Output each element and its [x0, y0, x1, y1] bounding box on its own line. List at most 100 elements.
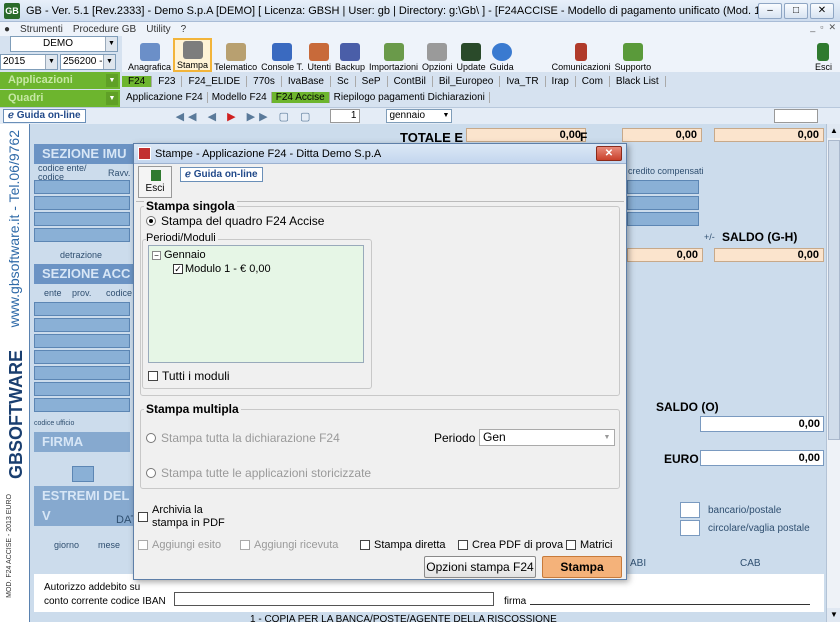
credito-row[interactable] [627, 212, 699, 226]
menu-utility[interactable]: Utility [146, 24, 170, 35]
menu-help[interactable]: ? [181, 24, 187, 35]
dialog-guida-button[interactable]: ℯ Guida on-line [180, 167, 263, 182]
guida-button[interactable]: Guida [488, 38, 516, 72]
quadri-select[interactable]: Quadri ▼ [0, 90, 120, 107]
tutti-moduli-checkbox[interactable]: Tutti i moduli [148, 369, 230, 383]
tab-sep[interactable]: SeP [356, 75, 388, 87]
play-icon[interactable]: ▶ [227, 111, 239, 123]
credito-row[interactable] [627, 196, 699, 210]
imu-row[interactable] [34, 196, 130, 210]
record-navigator[interactable]: ◀◀ ◀ ▶ ▶▶ ▢ ▢ [176, 110, 315, 123]
esci-toolbar-button[interactable]: Esci [813, 38, 834, 72]
maximize-icon[interactable]: □ [784, 3, 808, 19]
imu-row[interactable] [34, 228, 130, 242]
tab-f24-elide[interactable]: F24_ELIDE [182, 75, 248, 87]
firma-cell[interactable] [72, 466, 94, 482]
crea-pdf-checkbox[interactable]: Crea PDF di prova [458, 539, 563, 551]
accise-row[interactable] [34, 366, 130, 380]
tree-node-gennaio[interactable]: − Gennaio [152, 249, 206, 261]
aggiungi-ricevuta-checkbox[interactable]: Aggiungi ricevuta [240, 539, 338, 551]
accise-row[interactable] [34, 302, 130, 316]
code-select[interactable]: 256200 - ▼ [60, 54, 116, 70]
totale-h-field[interactable]: 0,00 [627, 248, 703, 262]
month-select[interactable]: gennaio ▼ [386, 109, 453, 123]
importazioni-button[interactable]: Importazioni [367, 38, 420, 72]
tab-f24-accise[interactable]: F24 Accise [271, 91, 330, 103]
totale-e-field[interactable]: 0,00 [466, 128, 586, 142]
tab-bil-europeo[interactable]: Bil_Europeo [433, 75, 501, 87]
opzioni-button[interactable]: Opzioni [420, 38, 455, 72]
anagrafica-button[interactable]: Anagrafica [126, 38, 173, 72]
supporto-button[interactable]: Supporto [613, 38, 654, 72]
euro-field[interactable]: 0,00 [700, 450, 824, 466]
scroll-up-icon[interactable]: ▲ [827, 124, 840, 138]
page-number-field[interactable]: 1 [330, 109, 361, 123]
comunicazioni-button[interactable]: Comunicazioni [550, 38, 613, 72]
guida-online-button[interactable]: ℯ Guida on-line [3, 109, 86, 123]
stampa-diretta-checkbox[interactable]: Stampa diretta [360, 539, 446, 551]
utenti-button[interactable]: Utenti [305, 38, 333, 72]
menu-procedure-gb[interactable]: Procedure GB [73, 24, 136, 35]
iban-field[interactable] [174, 592, 494, 606]
tab-applicazione-f24[interactable]: Applicazione F24 [122, 91, 208, 103]
circolare-check[interactable] [680, 520, 700, 536]
accise-row[interactable] [34, 334, 130, 348]
radio-stampa-dichiarazione[interactable]: Stampa tutta la dichiarazione F24 [146, 431, 340, 445]
accise-row[interactable] [34, 398, 130, 412]
archivia-pdf-checkbox[interactable]: Archivia la stampa in PDF [138, 504, 232, 530]
menu-strumenti[interactable]: Strumenti [20, 24, 63, 35]
stampa-button[interactable]: Stampa [173, 38, 213, 72]
radio-storicizzate[interactable]: Stampa tutte le applicazioni storicizzat… [146, 466, 371, 480]
stampa-button[interactable]: Stampa [542, 556, 622, 578]
dialog-close-icon[interactable]: ✕ [596, 146, 622, 161]
vertical-scrollbar[interactable]: ▲ ▼ [826, 124, 840, 622]
checkbox-checked-icon[interactable]: ✓ [173, 264, 183, 274]
company-select[interactable]: DEMO ▼ [10, 36, 118, 52]
saldo-o-field[interactable]: 0,00 [700, 416, 824, 432]
credito-row[interactable] [627, 180, 699, 194]
totale-g-field[interactable]: 0,00 [714, 128, 824, 142]
mdi-controls[interactable]: _ ▫ ✕ [810, 22, 836, 33]
update-button[interactable]: Update [455, 38, 488, 72]
scroll-thumb[interactable] [828, 140, 840, 440]
imu-row[interactable] [34, 180, 130, 194]
telematico-button[interactable]: Telematico [212, 38, 259, 72]
saldo-gh-field[interactable]: 0,00 [714, 248, 824, 262]
tab-riepilogo[interactable]: Riepilogo pagamenti Dichiarazioni [330, 91, 490, 103]
accise-row[interactable] [34, 350, 130, 364]
tab-modello-f24[interactable]: Modello F24 [208, 91, 272, 103]
bancario-check[interactable] [680, 502, 700, 518]
opzioni-stampa-button[interactable]: Opzioni stampa F24 [424, 556, 536, 578]
close-window-icon[interactable]: ✕ [810, 3, 834, 19]
scroll-down-icon[interactable]: ▼ [827, 608, 840, 622]
matrici-checkbox[interactable]: Matrici [566, 539, 612, 551]
tab-black-list[interactable]: Black List [610, 75, 666, 87]
totale-g-value: 0,00 [797, 129, 819, 141]
year-select[interactable]: 2015 ▼ [0, 54, 58, 70]
tab-f23[interactable]: F23 [152, 75, 183, 87]
tab-irap[interactable]: Irap [546, 75, 576, 87]
tab-iva-tr[interactable]: Iva_TR [500, 75, 546, 87]
totale-f-field[interactable]: 0,00 [622, 128, 702, 142]
accise-row[interactable] [34, 318, 130, 332]
minimize-icon[interactable]: – [758, 3, 782, 19]
tab-sc[interactable]: Sc [331, 75, 356, 87]
dialog-esci-button[interactable]: Esci [138, 166, 172, 198]
tab-com[interactable]: Com [576, 75, 610, 87]
tab-ivabase[interactable]: IvaBase [282, 75, 331, 87]
aggiungi-esito-checkbox[interactable]: Aggiungi esito [138, 539, 221, 551]
imu-row[interactable] [34, 212, 130, 226]
right-nav-field[interactable] [774, 109, 818, 123]
tab-770s[interactable]: 770s [247, 75, 282, 87]
console-button[interactable]: Console T. [259, 38, 305, 72]
periodo-select[interactable]: Gen ▼ [479, 429, 615, 446]
periodi-tree[interactable]: − Gennaio ✓ Modulo 1 - € 0,00 [148, 245, 364, 363]
backup-button[interactable]: Backup [333, 38, 367, 72]
tree-collapse-icon[interactable]: − [152, 250, 161, 260]
tab-f24[interactable]: F24 [122, 75, 153, 87]
tree-node-modulo[interactable]: ✓ Modulo 1 - € 0,00 [173, 263, 271, 275]
accise-row[interactable] [34, 382, 130, 396]
applicazioni-select[interactable]: Applicazioni ▼ [0, 72, 120, 89]
tab-contbil[interactable]: ContBil [388, 75, 433, 87]
radio-stampa-quadro[interactable]: Stampa del quadro F24 Accise [146, 214, 324, 228]
